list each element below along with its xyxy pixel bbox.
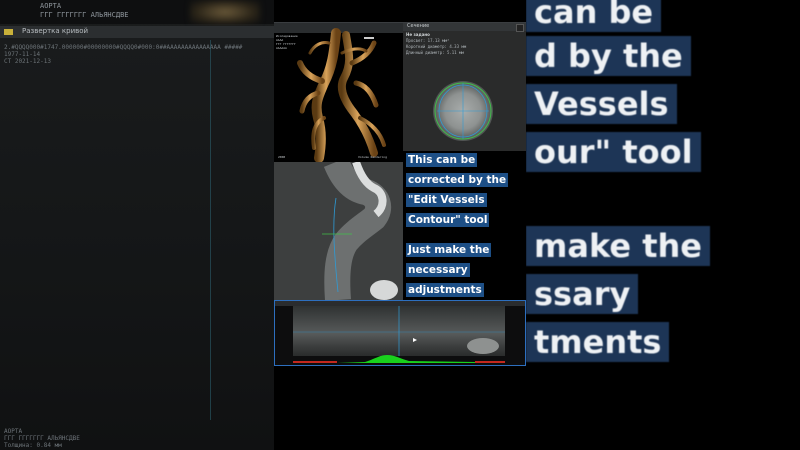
caption-line: adjustments <box>406 283 484 297</box>
caption-line: corrected by the <box>406 173 509 187</box>
background-meta-2: 1977-11-14 <box>4 51 41 58</box>
viewport-3d[interactable]: Исследование АААА ГГГ ГГГГГГГ АААААА 200… <box>274 22 403 163</box>
vessel-longitudinal-image <box>274 162 403 300</box>
mouse-cursor-icon <box>413 338 417 342</box>
background-top-strip: АОРТА ГГГ ГГГГГГГ АЛЬЯНСДВЕ <box>0 0 274 24</box>
background-top-text-2: ГГГ ГГГГГГГ АЛЬЯНСДВЕ <box>40 11 129 19</box>
background-text-line: can be <box>526 0 662 32</box>
viewport-3d-scale-label: 2000 <box>278 155 286 159</box>
window-flag-icon <box>4 29 13 35</box>
background-window-titlebar: Развертка кривой <box>0 26 274 38</box>
curved-reformat-image <box>293 306 505 356</box>
vessel-volume-render <box>297 28 386 163</box>
background-text-line: ssary <box>526 274 639 314</box>
cross-section-viewport[interactable]: Сечение Не задано Просвет: 17.13 мм² Кор… <box>403 22 526 151</box>
background-top-text-1: АОРТА <box>40 2 62 10</box>
caption-line: Contour" tool <box>406 213 490 227</box>
caption-line: necessary <box>406 263 470 277</box>
background-bottom-meta-3: Толщина: 0.84 мм <box>4 442 62 449</box>
background-left-blur: АОРТА ГГГ ГГГГГГГ АЛЬЯНСДВЕ Развертка кр… <box>0 0 274 450</box>
background-text-line: make the <box>526 226 710 266</box>
background-meta-1: 2.#QQQQ000#1747.000000#00000000#QQQQ0#00… <box>4 44 243 51</box>
background-bottom-meta-1: АОРТА <box>4 428 23 435</box>
caption-line: Just make the <box>406 243 492 257</box>
background-meta-3: СТ 2021-12-13 <box>4 58 51 65</box>
caption-line: "Edit Vessels <box>406 193 487 207</box>
diameter-profile-graph <box>293 355 505 363</box>
tutorial-caption: This can be corrected by the "Edit Vesse… <box>406 148 526 298</box>
longitudinal-viewport[interactable] <box>274 162 403 300</box>
caption-line: This can be <box>406 153 478 167</box>
vessel-cross-section-image <box>433 81 493 141</box>
main-screen: Исследование АААА ГГГ ГГГГГГГ АААААА 200… <box>274 0 526 450</box>
background-centerline <box>210 40 211 420</box>
background-bottom-meta-2: ГГГ ГГГГГГГ АЛЬЯНСДВЕ <box>4 435 80 442</box>
background-window-title: Развертка кривой <box>22 27 89 35</box>
curved-reformat-overlay <box>293 306 505 356</box>
background-text-line: our" tool <box>526 132 701 172</box>
curved-reformat-viewport[interactable] <box>274 300 526 366</box>
background-right-blur: can be d by the Vessels our" tool make t… <box>526 0 800 450</box>
background-text-line: d by the <box>526 36 691 76</box>
background-text-line: Vessels <box>526 84 677 124</box>
viewport-3d-mode-label: Volume Rendering <box>358 155 387 159</box>
background-text-line: tments <box>526 322 670 362</box>
background-vessel-blur <box>190 0 260 24</box>
